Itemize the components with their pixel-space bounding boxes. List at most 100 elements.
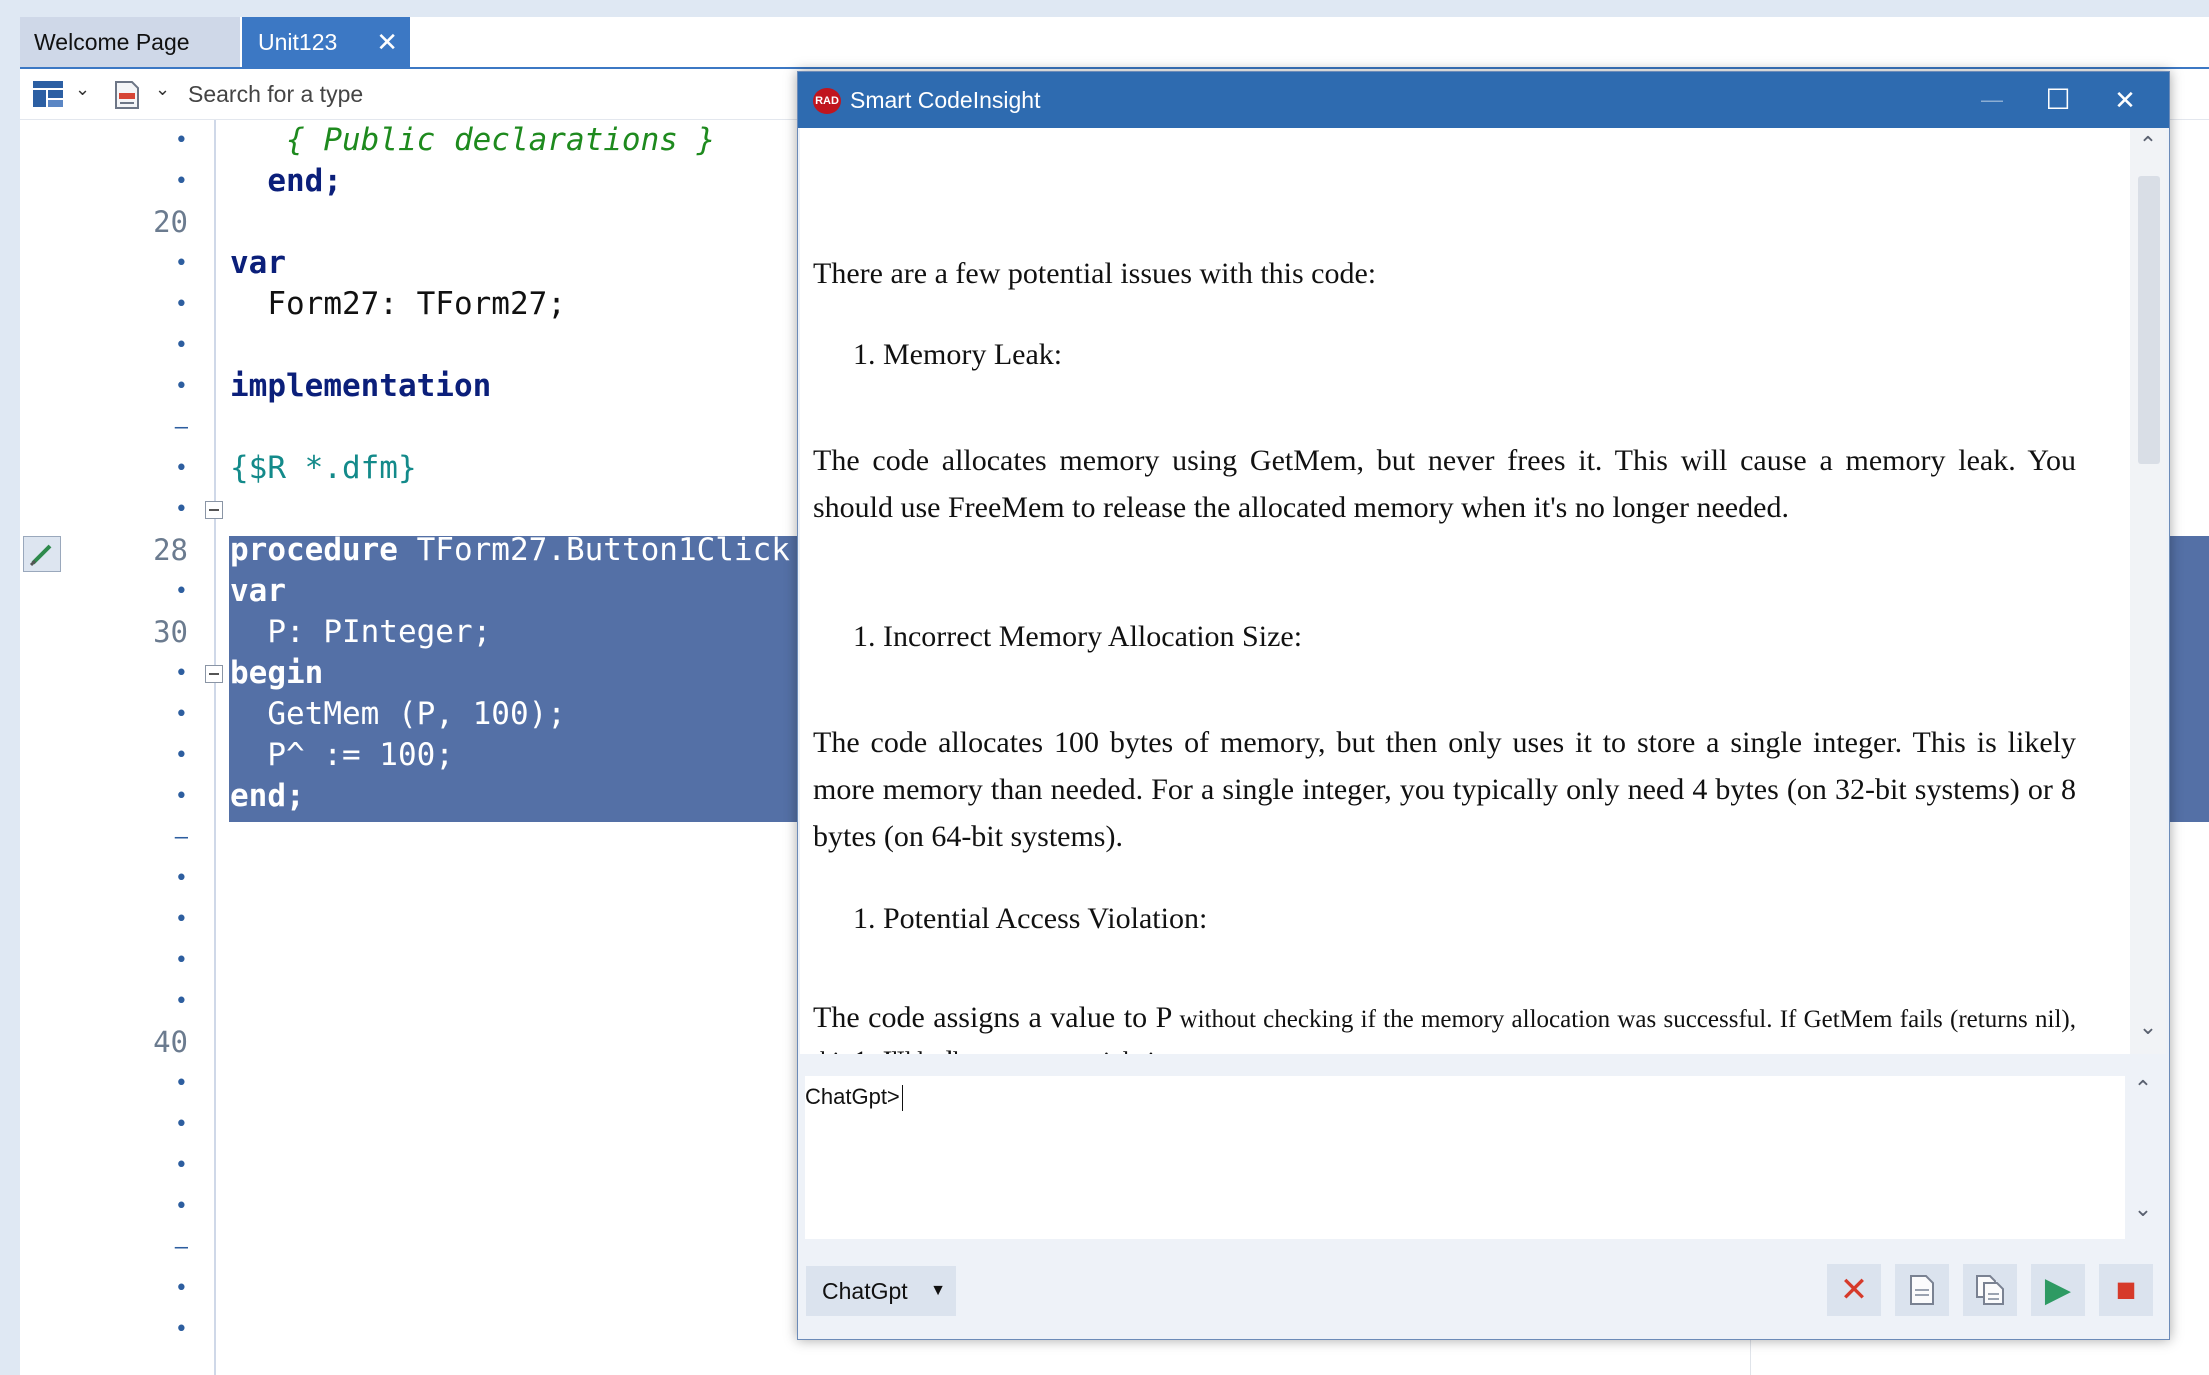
line-number: • [174, 743, 188, 768]
maximize-button[interactable]: ☐ [2028, 72, 2088, 128]
code-line: P^ := 100; [230, 735, 454, 776]
chat-scroll-thumb[interactable] [2138, 176, 2160, 464]
code-token: var [230, 573, 286, 609]
line-number: • [174, 702, 188, 727]
play-icon: ▶ [2044, 1271, 2072, 1309]
issue-1-body: The code allocates memory using GetMem, … [813, 444, 2076, 524]
issue-1-title: 1. Memory Leak: [853, 338, 1063, 371]
close-dialog-button[interactable]: ✕ [2095, 72, 2155, 128]
text-caret [901, 1085, 903, 1112]
code-line: end; [230, 776, 305, 817]
line-number: • [174, 292, 188, 317]
run-button[interactable]: ▶ [2031, 1264, 2085, 1316]
scroll-up-icon[interactable]: ⌃ [2125, 1076, 2161, 1102]
editor-tab-bar: Welcome Page Unit123 ✕ [20, 17, 2209, 69]
tab-unit123[interactable]: Unit123 ✕ [242, 17, 410, 67]
left-dock-strip [0, 17, 20, 1375]
line-number: • [174, 1276, 188, 1301]
code-token: {$R *.dfm} [230, 450, 417, 486]
response-intro: There are a few potential issues with th… [813, 257, 1377, 290]
issue-2-title: 1. Incorrect Memory Allocation Size: [853, 620, 1303, 653]
tab-welcome-label: Welcome Page [34, 29, 190, 55]
line-number: – [174, 1235, 188, 1260]
line-number: • [174, 374, 188, 399]
line-number: • [174, 497, 188, 522]
line-number: • [174, 1071, 188, 1096]
line-number: – [174, 825, 188, 850]
issue-2-body: The code allocates 100 bytes of memory, … [813, 726, 2076, 853]
code-token: { Public declarations } [230, 122, 716, 158]
stop-icon: ■ [2115, 1271, 2137, 1309]
chevron-down-icon[interactable]: ⌄ [155, 79, 170, 100]
prompt-text: ChatGpt> [805, 1084, 900, 1109]
code-token: P: PInteger; [230, 614, 492, 650]
scroll-down-icon[interactable]: ⌄ [2125, 1196, 2161, 1222]
code-line: begin [230, 653, 323, 694]
fold-collapse-icon[interactable] [205, 665, 223, 683]
code-token: P^ := 100; [230, 737, 454, 773]
code-token: TForm27.Button1Click [397, 532, 790, 568]
chevron-down-icon[interactable]: ⌄ [75, 79, 90, 100]
scroll-down-icon[interactable]: ⌄ [2130, 1014, 2166, 1040]
code-line: var [230, 243, 286, 284]
tab-welcome-page[interactable]: Welcome Page [20, 17, 240, 67]
chat-response-area[interactable]: There are a few potential issues with th… [800, 128, 2130, 1054]
copy-icon [1976, 1275, 2004, 1305]
rad-logo-icon: RAD [813, 88, 841, 114]
smart-codeinsight-dialog: RAD Smart CodeInsight — ☐ ✕ There are a … [797, 71, 2170, 1340]
code-line: {$R *.dfm} [230, 448, 417, 489]
scroll-up-icon[interactable]: ⌃ [2130, 132, 2166, 158]
code-token: end; [230, 163, 342, 199]
window-top-strip [0, 0, 2209, 17]
line-number: • [174, 579, 188, 604]
line-number: • [174, 1317, 188, 1342]
code-token: end; [230, 778, 305, 814]
chat-prompt-input[interactable]: ChatGpt> [805, 1076, 2125, 1239]
line-number: • [174, 1153, 188, 1178]
edit-pencil-icon[interactable] [23, 536, 61, 572]
issue-3-title: 1. Potential Access Violation: [853, 902, 1208, 935]
line-number: • [174, 251, 188, 276]
code-line: P: PInteger; [230, 612, 491, 653]
clear-button[interactable]: ✕ [1827, 1264, 1881, 1316]
chat-scrollbar[interactable]: ⌃ ⌄ [2130, 128, 2166, 1054]
tab-close-icon[interactable]: ✕ [376, 17, 398, 67]
input-scrollbar[interactable]: ⌃ ⌄ [2125, 1076, 2163, 1239]
dialog-title-bar[interactable]: RAD Smart CodeInsight — ☐ ✕ [798, 72, 2169, 128]
issue-3-body-lead: The code assigns a value to P [813, 1001, 1173, 1034]
layout-icon[interactable] [33, 81, 63, 107]
code-token: GetMem (P, 100); [230, 696, 566, 732]
code-line: GetMem (P, 100); [230, 694, 566, 735]
dropdown-arrow-icon: ▼ [930, 1282, 946, 1299]
code-token: procedure [230, 532, 398, 568]
minimize-button[interactable]: — [1962, 72, 2022, 128]
document-icon [1910, 1275, 1934, 1305]
code-line: procedure TForm27.Button1Click [230, 530, 790, 571]
line-number: 40 [153, 1025, 188, 1059]
line-number: • [174, 907, 188, 932]
code-line: var [230, 571, 286, 612]
code-token: begin [230, 655, 324, 691]
dialog-bottom-bar: ChatGpt ▼ ✕ ▶ ■ [798, 1255, 2169, 1339]
fold-collapse-icon[interactable] [205, 501, 223, 519]
line-number: • [174, 661, 188, 686]
line-number: 30 [153, 615, 188, 649]
line-number: • [174, 866, 188, 891]
search-type-input[interactable]: Search for a type [188, 69, 363, 119]
line-number: • [174, 989, 188, 1014]
new-document-button[interactable] [1895, 1264, 1949, 1316]
code-line: implementation [230, 366, 491, 407]
line-number: • [174, 1194, 188, 1219]
document-icon[interactable] [113, 81, 143, 109]
dialog-title: Smart CodeInsight [850, 87, 1041, 113]
code-token: var [230, 245, 286, 281]
gutter-separator [214, 120, 216, 1375]
stop-button[interactable]: ■ [2099, 1264, 2153, 1316]
tab-unit123-label: Unit123 [258, 29, 338, 55]
code-line: end; [230, 161, 342, 202]
line-number: • [174, 456, 188, 481]
copy-button[interactable] [1963, 1264, 2017, 1316]
line-number-gutter: • • 20 • • • • – • • 28 • 30 • • • • – • • • • 40 • • • • – • • [20, 120, 215, 1375]
model-select[interactable]: ChatGpt ▼ [806, 1266, 956, 1316]
line-number: • [174, 333, 188, 358]
